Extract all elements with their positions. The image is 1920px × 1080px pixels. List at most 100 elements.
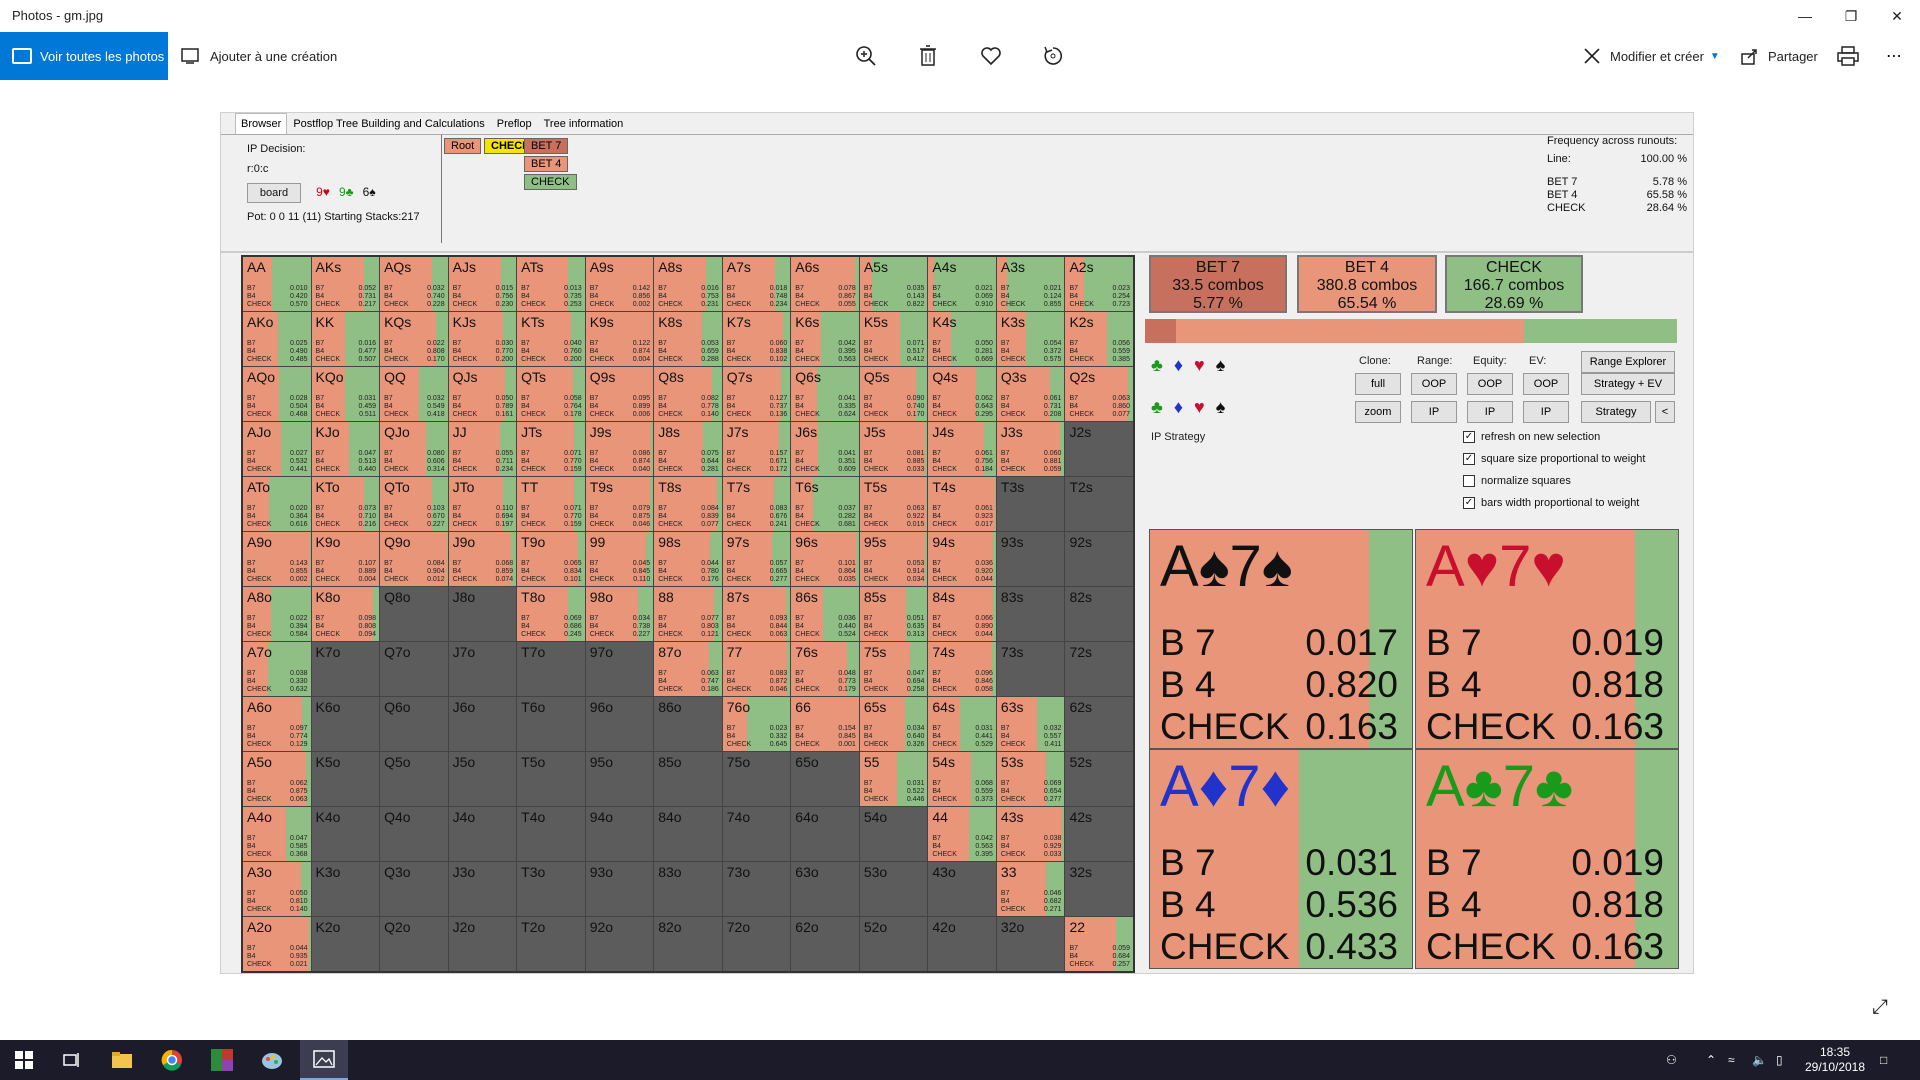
hand-cell[interactable]: K3o bbox=[311, 862, 380, 916]
hand-cell[interactable]: KTs B7 0.040 B4 0.760 CHECK 0.200 bbox=[517, 312, 585, 366]
hand-cell[interactable]: Q9o B7 0.084 B4 0.904 CHECK 0.012 bbox=[380, 532, 448, 586]
hand-cell[interactable]: A4s B7 0.021 B4 0.069 CHECK 0.910 bbox=[928, 257, 996, 311]
volume-icon[interactable]: 🔈 bbox=[1752, 1040, 1767, 1080]
zoom-in-icon[interactable] bbox=[854, 44, 878, 68]
hand-cell[interactable]: 44 B7 0.042 B4 0.563 CHECK 0.395 bbox=[928, 807, 996, 861]
range-explorer-button[interactable]: Range Explorer bbox=[1581, 351, 1675, 373]
hand-cell[interactable]: A2o B7 0.044 B4 0.935 CHECK 0.021 bbox=[243, 917, 311, 971]
hand-cell[interactable]: K8o B7 0.098 B4 0.808 CHECK 0.094 bbox=[311, 587, 380, 641]
hand-cell[interactable]: 54o bbox=[859, 807, 928, 861]
combo-detail[interactable]: A♥7♥ B 7 0.019 B 4 0.818 CHECK 0.163 bbox=[1415, 529, 1679, 749]
edit-create-button[interactable]: Modifier et créer ▼ bbox=[1582, 32, 1720, 80]
delete-icon[interactable] bbox=[916, 44, 940, 68]
paint-icon[interactable] bbox=[248, 1040, 296, 1080]
hand-cell[interactable]: Q4o bbox=[380, 807, 448, 861]
diamond-icon[interactable]: ♦ bbox=[1174, 355, 1183, 375]
hand-cell[interactable]: T8s B7 0.084 B4 0.839 CHECK 0.077 bbox=[654, 477, 722, 531]
hand-cell[interactable]: 75o bbox=[722, 752, 791, 806]
hand-cell[interactable]: T8o B7 0.069 B4 0.686 CHECK 0.245 bbox=[517, 587, 585, 641]
range-oop-button[interactable]: OOP bbox=[1411, 373, 1457, 395]
hand-cell[interactable]: Q9s B7 0.095 B4 0.899 CHECK 0.006 bbox=[585, 367, 654, 421]
hand-cell[interactable]: 93s bbox=[996, 532, 1065, 586]
hand-cell[interactable]: J3o bbox=[448, 862, 517, 916]
hand-cell[interactable]: J5s B7 0.081 B4 0.885 CHECK 0.033 bbox=[859, 422, 928, 476]
equity-oop-button[interactable]: OOP bbox=[1467, 373, 1513, 395]
hand-cell[interactable]: K4s B7 0.050 B4 0.281 CHECK 0.669 bbox=[928, 312, 996, 366]
hand-cell[interactable]: 62o bbox=[791, 917, 859, 971]
hand-cell[interactable]: KQs B7 0.022 B4 0.808 CHECK 0.170 bbox=[380, 312, 448, 366]
hand-cell[interactable]: 52s bbox=[1065, 752, 1133, 806]
hand-cell[interactable]: 85o bbox=[654, 752, 722, 806]
hand-cell[interactable]: 43s B7 0.038 B4 0.929 CHECK 0.033 bbox=[996, 807, 1065, 861]
heart-icon[interactable]: ♥ bbox=[1194, 397, 1205, 417]
hand-cell[interactable]: QTo B7 0.103 B4 0.670 CHECK 0.227 bbox=[380, 477, 448, 531]
hand-cell[interactable]: T3s bbox=[996, 477, 1065, 531]
hand-cell[interactable]: 75s B7 0.047 B4 0.694 CHECK 0.258 bbox=[859, 642, 928, 696]
hand-cell[interactable]: A8s B7 0.016 B4 0.753 CHECK 0.231 bbox=[654, 257, 722, 311]
hand-cell[interactable]: J5o bbox=[448, 752, 517, 806]
strategy-ev-button[interactable]: Strategy + EV bbox=[1581, 373, 1675, 395]
hand-cell[interactable]: 86o bbox=[654, 697, 722, 751]
tree-node-bet7[interactable]: BET 7 bbox=[524, 138, 569, 154]
hand-cell[interactable]: T9o B7 0.065 B4 0.834 CHECK 0.101 bbox=[517, 532, 585, 586]
hand-cell[interactable]: 62s bbox=[1065, 697, 1133, 751]
hand-cell[interactable]: A3o B7 0.050 B4 0.810 CHECK 0.140 bbox=[243, 862, 311, 916]
hand-cell[interactable]: T2o bbox=[517, 917, 585, 971]
hand-cell[interactable]: K7s B7 0.060 B4 0.838 CHECK 0.102 bbox=[722, 312, 791, 366]
hand-cell[interactable]: KTo B7 0.073 B4 0.710 CHECK 0.216 bbox=[311, 477, 380, 531]
hand-cell[interactable]: AJo B7 0.027 B4 0.532 CHECK 0.441 bbox=[243, 422, 311, 476]
hand-cell[interactable]: 87s B7 0.093 B4 0.844 CHECK 0.063 bbox=[722, 587, 791, 641]
hand-cell[interactable]: 98s B7 0.044 B4 0.780 CHECK 0.176 bbox=[654, 532, 722, 586]
hand-cell[interactable]: 63o bbox=[791, 862, 859, 916]
hand-cell[interactable]: K9o B7 0.107 B4 0.889 CHECK 0.004 bbox=[311, 532, 380, 586]
hand-cell[interactable]: 92s bbox=[1065, 532, 1133, 586]
hand-cell[interactable]: J2o bbox=[448, 917, 517, 971]
equity-ip-button[interactable]: IP bbox=[1467, 401, 1513, 423]
hand-cell[interactable]: K3s B7 0.054 B4 0.372 CHECK 0.575 bbox=[996, 312, 1065, 366]
hand-cell[interactable]: A5o B7 0.062 B4 0.875 CHECK 0.063 bbox=[243, 752, 311, 806]
hand-cell[interactable]: ATs B7 0.013 B4 0.735 CHECK 0.253 bbox=[517, 257, 585, 311]
clock[interactable]: 18:35 29/10/2018 bbox=[1800, 1040, 1870, 1080]
hand-cell[interactable]: T4o bbox=[517, 807, 585, 861]
hand-cell[interactable]: 99 B7 0.045 B4 0.845 CHECK 0.110 bbox=[585, 532, 654, 586]
hand-cell[interactable]: QJo B7 0.080 B4 0.606 CHECK 0.314 bbox=[380, 422, 448, 476]
combo-detail[interactable]: A♠7♠ B 7 0.017 B 4 0.820 CHECK 0.163 bbox=[1149, 529, 1413, 749]
hand-cell[interactable]: J8o bbox=[448, 587, 517, 641]
hand-cell[interactable]: QTs B7 0.058 B4 0.764 CHECK 0.178 bbox=[517, 367, 585, 421]
diamond-icon[interactable]: ♦ bbox=[1174, 397, 1183, 417]
hand-cell[interactable]: 64s B7 0.031 B4 0.441 CHECK 0.529 bbox=[928, 697, 996, 751]
hand-cell[interactable]: 74s B7 0.096 B4 0.846 CHECK 0.058 bbox=[928, 642, 996, 696]
hand-cell[interactable]: 32s bbox=[1065, 862, 1133, 916]
hand-cell[interactable]: KJs B7 0.030 B4 0.770 CHECK 0.200 bbox=[448, 312, 517, 366]
hand-cell[interactable]: 94s B7 0.036 B4 0.920 CHECK 0.044 bbox=[928, 532, 996, 586]
hand-cell[interactable]: A6o B7 0.097 B4 0.774 CHECK 0.129 bbox=[243, 697, 311, 751]
hand-cell[interactable]: J4s B7 0.061 B4 0.756 CHECK 0.184 bbox=[928, 422, 996, 476]
combo-detail[interactable]: A♣7♣ B 7 0.019 B 4 0.818 CHECK 0.163 bbox=[1415, 749, 1679, 969]
minimize-button[interactable]: — bbox=[1782, 0, 1828, 32]
checkbox-box[interactable]: ✓ bbox=[1463, 453, 1475, 465]
hand-cell[interactable]: 73o bbox=[722, 862, 791, 916]
hand-cell[interactable]: 32o bbox=[996, 917, 1065, 971]
hand-cell[interactable]: T2s bbox=[1065, 477, 1133, 531]
hand-cell[interactable]: T6s B7 0.037 B4 0.282 CHECK 0.681 bbox=[791, 477, 859, 531]
hand-cell[interactable]: 53s B7 0.069 B4 0.654 CHECK 0.277 bbox=[996, 752, 1065, 806]
hand-cell[interactable]: T5s B7 0.063 B4 0.922 CHECK 0.015 bbox=[859, 477, 928, 531]
hand-cell[interactable]: ATo B7 0.020 B4 0.364 CHECK 0.616 bbox=[243, 477, 311, 531]
hand-cell[interactable]: AQo B7 0.028 B4 0.504 CHECK 0.468 bbox=[243, 367, 311, 421]
clone-full-button[interactable]: full bbox=[1355, 373, 1401, 395]
hand-cell[interactable]: J9o B7 0.068 B4 0.859 CHECK 0.074 bbox=[448, 532, 517, 586]
hand-cell[interactable]: A6s B7 0.078 B4 0.867 CHECK 0.055 bbox=[791, 257, 859, 311]
hand-cell[interactable]: A9s B7 0.142 B4 0.856 CHECK 0.002 bbox=[585, 257, 654, 311]
hand-cell[interactable]: K8s B7 0.053 B4 0.659 CHECK 0.288 bbox=[654, 312, 722, 366]
hand-cell[interactable]: T6o bbox=[517, 697, 585, 751]
hand-cell[interactable]: 94o bbox=[585, 807, 654, 861]
hand-cell[interactable]: Q6s B7 0.041 B4 0.335 CHECK 0.624 bbox=[791, 367, 859, 421]
hand-cell[interactable]: 22 B7 0.059 B4 0.684 CHECK 0.257 bbox=[1065, 917, 1133, 971]
hand-cell[interactable]: JTo B7 0.110 B4 0.694 CHECK 0.197 bbox=[448, 477, 517, 531]
hand-cell[interactable]: T7s B7 0.083 B4 0.676 CHECK 0.241 bbox=[722, 477, 791, 531]
file-explorer-icon[interactable] bbox=[98, 1040, 146, 1080]
hand-cell[interactable]: Q3o bbox=[380, 862, 448, 916]
hand-cell[interactable]: 93o bbox=[585, 862, 654, 916]
task-view-icon[interactable] bbox=[48, 1040, 96, 1080]
print-icon[interactable] bbox=[1836, 44, 1860, 68]
